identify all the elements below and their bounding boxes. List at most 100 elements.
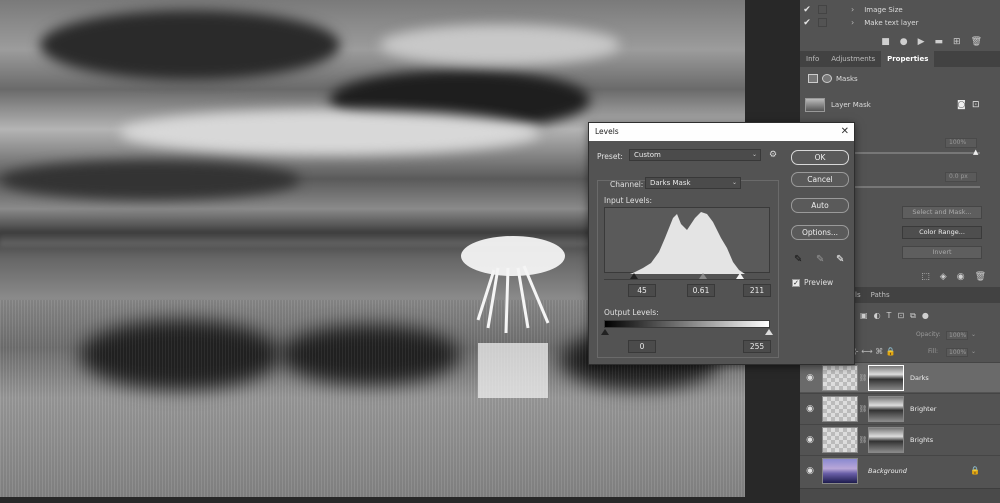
color-range-button[interactable]: Color Range...	[902, 226, 982, 239]
layer-thumbnail	[822, 395, 858, 422]
white-eyedropper-icon[interactable]: ✎	[836, 254, 844, 265]
chevron-down-icon[interactable]: ⌄	[971, 331, 976, 338]
folder-icon[interactable]: ▬	[935, 37, 944, 47]
auto-button[interactable]: Auto	[791, 198, 849, 213]
link-icon[interactable]: ⛓	[858, 405, 868, 413]
layer-mask-thumbnail	[805, 98, 825, 112]
output-gradient-bar	[604, 320, 770, 328]
new-item-icon[interactable]: ⊞	[953, 37, 961, 47]
preset-select[interactable]: Custom ⌄	[629, 149, 761, 161]
preset-label: Preset:	[597, 152, 623, 161]
add-vector-mask-icon[interactable]: ⊡	[972, 100, 980, 110]
lock-icons[interactable]: ⊹ ⟷ ⌘ 🔒	[852, 347, 896, 356]
stop-icon[interactable]: ■	[881, 37, 890, 47]
check-icon[interactable]: ✔	[800, 18, 814, 28]
output-black-handle[interactable]	[601, 329, 609, 335]
ok-button[interactable]: OK	[791, 150, 849, 165]
gray-eyedropper-icon[interactable]: ✎	[816, 254, 824, 265]
input-white-field[interactable]: 211	[743, 284, 771, 297]
history-item-label: Make text layer	[864, 18, 919, 27]
fill-label: Fill:	[928, 348, 939, 355]
apply-mask-icon[interactable]: ◈	[940, 272, 947, 282]
output-white-field[interactable]: 255	[743, 340, 771, 353]
layer-name: Brights	[910, 435, 934, 444]
filter-toggle-icon[interactable]: ●	[922, 311, 929, 321]
channel-label: Channel:	[610, 180, 644, 189]
link-icon[interactable]: ⛓	[858, 374, 868, 382]
tab-info[interactable]: Info	[800, 51, 825, 67]
density-field[interactable]: 100%	[945, 138, 977, 148]
masks-header: Masks	[808, 74, 858, 83]
tab-adjustments[interactable]: Adjustments	[825, 51, 881, 67]
snapshot-box	[818, 5, 827, 14]
dialog-titlebar[interactable]: Levels ✕	[589, 123, 854, 141]
preset-options-gear-icon[interactable]: ⚙	[769, 150, 777, 160]
trash-icon[interactable]: 🗑	[971, 37, 982, 47]
fill-field[interactable]: 100%	[946, 348, 968, 357]
masks-label: Masks	[836, 74, 858, 83]
preview-checkbox[interactable]: ✓	[792, 279, 800, 287]
load-selection-icon[interactable]: ⬚	[921, 272, 930, 282]
layers-footer	[800, 488, 1000, 503]
delete-mask-icon[interactable]: 🗑	[975, 272, 986, 282]
filter-adjustment-icon[interactable]: ◐	[874, 311, 881, 321]
select-and-mask-button[interactable]: Select and Mask...	[902, 206, 982, 219]
close-icon[interactable]: ✕	[841, 123, 849, 141]
layer-row[interactable]: ◉ ⛓ Darks	[800, 362, 1000, 392]
visibility-icon[interactable]: ◉	[957, 272, 965, 282]
tab-paths[interactable]: Paths	[866, 287, 895, 303]
layer-name: Brighter	[910, 404, 937, 413]
layer-row[interactable]: ◉ ⛓ Brights	[800, 424, 1000, 454]
input-black-field[interactable]: 45	[628, 284, 656, 297]
eye-icon[interactable]: ◉	[800, 373, 820, 383]
eye-icon[interactable]: ◉	[800, 466, 820, 476]
layer-mask-thumbnail[interactable]	[868, 395, 904, 422]
chevron-right-icon[interactable]: ›	[851, 5, 854, 14]
channel-value: Darks Mask	[650, 179, 691, 187]
input-gamma-handle[interactable]	[699, 273, 707, 279]
dialog-title: Levels	[595, 127, 619, 136]
input-black-handle[interactable]	[630, 273, 638, 279]
output-white-handle[interactable]	[765, 329, 773, 335]
preview-label: Preview	[804, 278, 834, 287]
canvas-cloud	[0, 160, 300, 200]
filter-type-icon[interactable]: T	[887, 311, 892, 321]
eye-icon[interactable]: ◉	[800, 435, 820, 445]
chevron-down-icon[interactable]: ⌄	[971, 348, 976, 355]
layer-row[interactable]: ◉ ⛓ Brighter	[800, 393, 1000, 423]
density-slider-handle[interactable]: ▲	[973, 148, 978, 156]
check-icon[interactable]: ✔	[800, 5, 814, 15]
channel-select[interactable]: Darks Mask ⌄	[645, 177, 741, 189]
layer-mask-thumbnail[interactable]	[868, 364, 904, 391]
link-icon[interactable]: ⛓	[858, 436, 868, 444]
input-gamma-field[interactable]: 0.61	[687, 284, 715, 297]
feather-field[interactable]: 0.0 px	[945, 172, 977, 182]
play-icon[interactable]: ▶	[918, 37, 925, 47]
options-button[interactable]: Options...	[791, 225, 849, 240]
history-item[interactable]: ✔ › Make text layer	[800, 16, 1000, 29]
filter-pixel-icon[interactable]: ▣	[860, 311, 868, 321]
actions-toolbar: ■ ● ▶ ▬ ⊞ 🗑	[800, 34, 1000, 50]
layer-mask-thumbnail[interactable]	[868, 426, 904, 453]
layer-mask-label: Layer Mask	[831, 101, 871, 109]
record-icon[interactable]: ●	[900, 37, 908, 47]
add-pixel-mask-icon[interactable]: ◙	[957, 100, 966, 110]
canvas-bottom-border	[0, 497, 745, 503]
cancel-button[interactable]: Cancel	[791, 172, 849, 187]
layer-row[interactable]: ◉ Background 🔒	[800, 455, 1000, 485]
invert-button[interactable]: Invert	[902, 246, 982, 259]
filter-shape-icon[interactable]: ⊡	[897, 311, 904, 321]
tab-properties[interactable]: Properties	[881, 51, 935, 67]
output-black-field[interactable]: 0	[628, 340, 656, 353]
black-eyedropper-icon[interactable]: ✎	[794, 254, 802, 265]
history-item[interactable]: ✔ › Image Size	[800, 3, 1000, 16]
opacity-field[interactable]: 100%	[946, 331, 968, 340]
lock-icon: 🔒	[970, 466, 980, 475]
input-white-handle[interactable]	[736, 273, 744, 279]
filter-smart-object-icon[interactable]: ⧉	[910, 311, 916, 321]
canvas-cloud	[380, 25, 620, 65]
eye-icon[interactable]: ◉	[800, 404, 820, 414]
vector-mask-icon[interactable]	[822, 74, 832, 83]
chevron-right-icon[interactable]: ›	[851, 18, 854, 27]
pixel-mask-icon[interactable]	[808, 74, 818, 83]
